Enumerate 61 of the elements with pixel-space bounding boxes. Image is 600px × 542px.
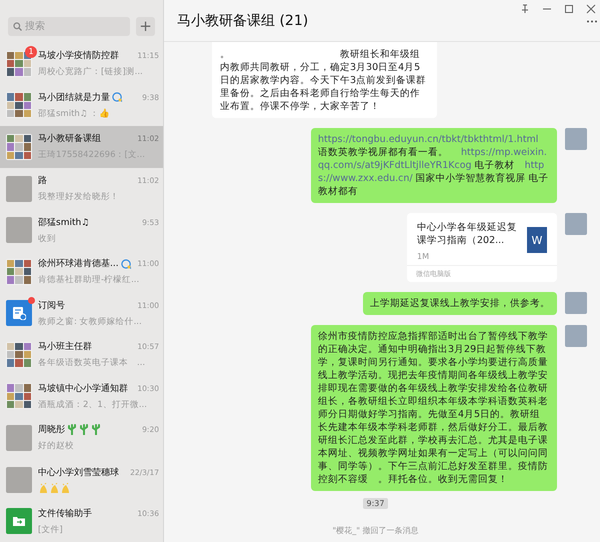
- avatar-photo-placeholder: [565, 213, 587, 235]
- message-bubble: https://tongbu.eduyun.cn/tbkt/tbkthtml/1.html 语数英教学视屏都有看一看。 https://mp.weixin.qq.com/s/at9jKFdtLltjlleYR1Kcog 电子教材 https://www.zxx.edu.cn/ 国家中小学智慧教育视屏 电子教材都有: [311, 128, 557, 203]
- maximize-icon[interactable]: [564, 4, 574, 14]
- message-bubble: 上学期延迟复课线上教学安排，供参考。: [363, 292, 557, 315]
- message-time: 9:37: [362, 498, 388, 509]
- cactus-icon: [91, 424, 101, 436]
- cactus-icon: [79, 424, 89, 436]
- add-button[interactable]: +: [136, 17, 155, 36]
- message-preview: 肯德基社群助理-柠檬红...: [38, 274, 140, 286]
- pin-icon[interactable]: [520, 4, 530, 14]
- photo-placeholder: [6, 424, 32, 451]
- document-icon: [6, 300, 32, 326]
- system-notice: "樱花_" 撤回了一条消息: [332, 525, 418, 536]
- message-preview: 邵猛smith♫ ：👍: [38, 108, 112, 120]
- group-avatar: [6, 134, 32, 160]
- clapping-hands-icon: [60, 482, 70, 494]
- file-size: 1M: [417, 252, 430, 261]
- unread-badge: 1: [25, 46, 37, 58]
- chat-name: 邵猛smith♫: [38, 216, 90, 229]
- file-name: 中心小学各年级延迟复课学习指南（202...: [417, 221, 517, 247]
- photo-placeholder: [6, 217, 32, 244]
- group-avatar: [6, 92, 32, 118]
- message-preview: 我整理好发给晓彤！: [38, 191, 120, 204]
- search-field[interactable]: 搜索: [8, 17, 130, 36]
- message-preview: [文件]: [38, 524, 64, 536]
- message-preview: 酒瓶成酒：2、1、打开微...: [38, 398, 148, 411]
- word-file-icon: W: [527, 227, 547, 253]
- group-avatar: [6, 258, 32, 285]
- group-avatar: [6, 383, 32, 410]
- message-preview: 周校心宽路广：[链接]测...: [38, 66, 144, 78]
- cactus-icon: [67, 424, 77, 436]
- clapping-hands-icon: [38, 482, 48, 494]
- chat-name: 订阅号: [38, 300, 65, 312]
- more-icon[interactable]: [587, 20, 597, 23]
- chat-title: 马小教研备课组 (21): [177, 12, 308, 30]
- chat-name: 马坡小学疫情防控群: [38, 50, 119, 62]
- clapping-hands-icon: [49, 482, 59, 494]
- chat-name: 文件传输助手: [38, 508, 92, 520]
- message-bubble: 。 教研组长和年级组内教师共同教研，分工，确定3月30日至4月5日的居家教学内容。今天下午3点前发到备课群里备份。之后由各科老师自行给学生每天的作业布置。停课不停学，大家辛苦了！: [212, 42, 437, 118]
- message-preview: 收到: [38, 232, 57, 245]
- message-preview: 好的赵校: [38, 440, 75, 452]
- folder-icon: [6, 508, 32, 534]
- photo-placeholder: [6, 466, 32, 493]
- photo-placeholder: [6, 176, 32, 202]
- chat-name: 马小班主任群: [38, 340, 92, 354]
- avatar-photo-placeholder: [565, 292, 587, 314]
- chat-name: 马小教研备课组: [38, 132, 101, 146]
- group-avatar: [6, 342, 32, 368]
- chat-name: 徐州环球港肯德基...: [38, 258, 119, 270]
- chat-name: 马坡镇中心小学通知群: [38, 382, 128, 395]
- chat-name: 路: [38, 174, 47, 188]
- message-bubble: 徐州市疫情防控应急指挥部适时出台了暂停线下教学的正确决定。通知中明确指出3月29日起暂停线下教学，复课时间另行通知。要求各小学均要进行高质量线上教学活动。现把去年疫情期间各年级线上教学安排即现在需要做的各年级线上教学安排发给各位教研组长，各教研组长立即组织本年级本学科语数英科老师分日期做好学习指南。先做至4月5日的。教研组长先建本年级本学科老师群，然后做好分工。最后教研组长汇总发至此群，学校再去汇总。尤其是电子课本网址、视频教学网址如果有一定写上（可以问问同事、同学等）。下午三点前汇总好发至群里。疫情防控刻不容缓 。拜托各位。收到无需回复！: [311, 325, 557, 491]
- avatar-photo-placeholder: [565, 128, 587, 150]
- chat-name: 中心小学刘雪莹穗球: [38, 466, 119, 479]
- chat-name: 马小团结就是力量: [38, 92, 110, 104]
- search-icon: [13, 22, 22, 31]
- message-preview: 教师之窗: 女教师嫁给什...: [38, 316, 143, 328]
- avatar-photo-placeholder: [565, 325, 587, 347]
- message-preview: 各年级语数英电子课本 ...: [38, 357, 146, 370]
- chat-name: 周晓彤: [38, 424, 65, 436]
- close-icon[interactable]: [586, 4, 596, 14]
